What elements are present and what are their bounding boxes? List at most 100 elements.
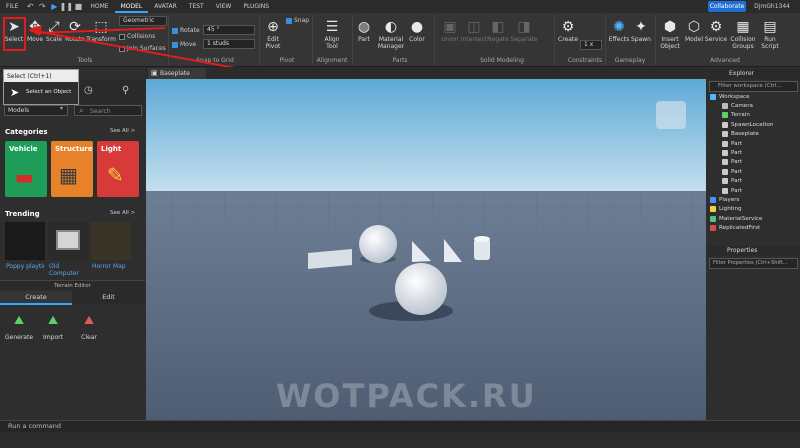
trending-item[interactable] [48, 222, 88, 260]
explorer-item-label: SpawnLocation [731, 121, 774, 128]
trending-item[interactable] [5, 222, 45, 260]
explorer-item[interactable]: Part [722, 148, 742, 157]
terrain-editor-title: Terrain Editor [0, 280, 145, 290]
explorer-item-label: Camera [731, 103, 753, 110]
explorer-item[interactable]: Part [722, 186, 742, 195]
explorer-item-label: Terrain [731, 112, 750, 119]
categories-see-all-link[interactable]: See All > [110, 128, 135, 134]
players-icon [710, 197, 716, 204]
sphere-part [395, 263, 447, 315]
part-icon [722, 140, 728, 147]
explorer-item-label: Players [719, 197, 740, 204]
explorer-item-label: ReplicatedFirst [719, 225, 761, 232]
part-icon [722, 178, 728, 185]
trending-item-label[interactable]: Old Computer [49, 263, 87, 277]
cursor-icon: ➤ [10, 86, 20, 99]
viewport-tab-bar: ▣ Baseplate [146, 67, 706, 79]
toolbox-panel: ◷ ⚲ Models ▾ ⌕ Search Categories See All… [0, 67, 145, 420]
explorer-item[interactable]: MaterialService [710, 214, 762, 223]
explorer-item-label: Baseplate [731, 131, 759, 138]
explorer-item[interactable]: Part [722, 177, 742, 186]
search-box[interactable]: ⌕ Search [74, 105, 142, 116]
flashlight-icon: ✎ [107, 163, 124, 187]
scene [146, 79, 706, 420]
lighting-icon [710, 206, 716, 213]
part-icon [722, 159, 728, 166]
trending-item-label[interactable]: Horror Map [92, 263, 126, 270]
explorer-item[interactable]: Lighting [710, 205, 742, 214]
annotation-arrow-line [37, 27, 166, 34]
explorer-item[interactable]: Workspace [710, 92, 750, 101]
3d-viewport[interactable]: WOTPACK.RU [146, 79, 706, 420]
category-dropdown[interactable]: Models [4, 105, 68, 116]
terrain-import-button[interactable]: ⛰ Import [38, 313, 68, 341]
search-icon: ⌕ [79, 106, 84, 115]
watermark: WOTPACK.RU [276, 377, 537, 415]
place-icon: ▣ [151, 69, 158, 77]
category-vehicle[interactable]: Vehicle ▬ [5, 141, 47, 197]
clear-icon: ⛰ [83, 313, 95, 327]
terrain-clear-button[interactable]: ⛰ Clear [74, 313, 104, 341]
camera-icon [722, 103, 728, 110]
terrain-tab-edit[interactable]: Edit [72, 291, 145, 305]
explorer-item-label: Part [731, 178, 743, 185]
trending-see-all-link[interactable]: See All > [110, 210, 135, 216]
sky [146, 79, 706, 191]
explorer-item-label: MaterialService [719, 215, 763, 222]
explorer-filter[interactable]: Filter workspace (Ctrl... [709, 81, 798, 92]
explorer-tree: Workspace Camera Terrain SpawnLocation Basep… [710, 92, 800, 237]
computer-thumbnail [56, 230, 80, 250]
material-icon [710, 215, 716, 222]
view-cube[interactable] [656, 101, 686, 129]
command-bar[interactable]: Run a command [0, 420, 800, 432]
explorer-item[interactable]: Baseplate [722, 130, 759, 139]
select-tooltip: Select (Ctrl+1) ➤ Select an Object [3, 69, 79, 105]
generate-icon: ⛰ [13, 313, 25, 327]
explorer-item[interactable]: SpawnLocation [722, 120, 773, 129]
explorer-item[interactable]: Part [722, 167, 742, 176]
explorer-item[interactable]: Part [722, 158, 742, 167]
part-icon [722, 168, 728, 175]
status-bar [0, 432, 800, 448]
explorer-item[interactable]: Players [710, 195, 739, 204]
replicated-icon [710, 225, 716, 232]
explorer-item[interactable]: Terrain [722, 111, 750, 120]
chevron-down-icon: ▾ [60, 105, 64, 112]
terrain-tab-create[interactable]: Create [0, 291, 72, 305]
properties-filter[interactable]: Filter Properties (Ctrl+Shift... [709, 258, 798, 269]
explorer-item[interactable]: ReplicatedFirst [710, 224, 760, 233]
fire-truck-icon: ▬ [15, 165, 34, 189]
recent-icon[interactable]: ◷ [84, 85, 93, 96]
explorer-title: Explorer [707, 69, 800, 79]
explorer-item-label: Part [731, 140, 743, 147]
workspace-icon [710, 93, 716, 100]
explorer-panel: Explorer Filter workspace (Ctrl... Works… [707, 67, 800, 420]
explorer-item[interactable]: Part [722, 139, 742, 148]
trending-item[interactable] [91, 222, 131, 260]
part-icon [722, 187, 728, 194]
import-icon: ⛰ [47, 313, 59, 327]
sphere-part [359, 225, 397, 263]
annotation-arrowhead [28, 25, 42, 36]
structure-icon: ▦ [59, 163, 78, 187]
category-light[interactable]: Light ✎ [97, 141, 139, 197]
explorer-item-label: Part [731, 159, 743, 166]
trending-item-label[interactable]: Poppy playtime 2 [6, 263, 44, 270]
location-icon[interactable]: ⚲ [122, 85, 129, 96]
search-placeholder: Search [90, 108, 111, 115]
cylinder-part [474, 239, 490, 260]
command-input[interactable]: Run a command [8, 422, 61, 430]
category-structure[interactable]: Structure ▦ [51, 141, 93, 197]
explorer-item[interactable]: Camera [722, 101, 753, 110]
explorer-item-label: Part [731, 187, 743, 194]
explorer-item-label: Part [731, 168, 743, 175]
explorer-item-label: Workspace [719, 93, 750, 100]
terrain-generate-button[interactable]: ⛰ Generate [4, 313, 34, 341]
part-icon [722, 150, 728, 157]
baseplate-tab[interactable]: ▣ Baseplate [148, 68, 206, 79]
explorer-item-label: Lighting [719, 206, 742, 213]
part-icon [722, 131, 728, 138]
categories-title: Categories [5, 128, 48, 136]
trending-title: Trending [5, 210, 40, 218]
terrain-icon [722, 112, 728, 119]
